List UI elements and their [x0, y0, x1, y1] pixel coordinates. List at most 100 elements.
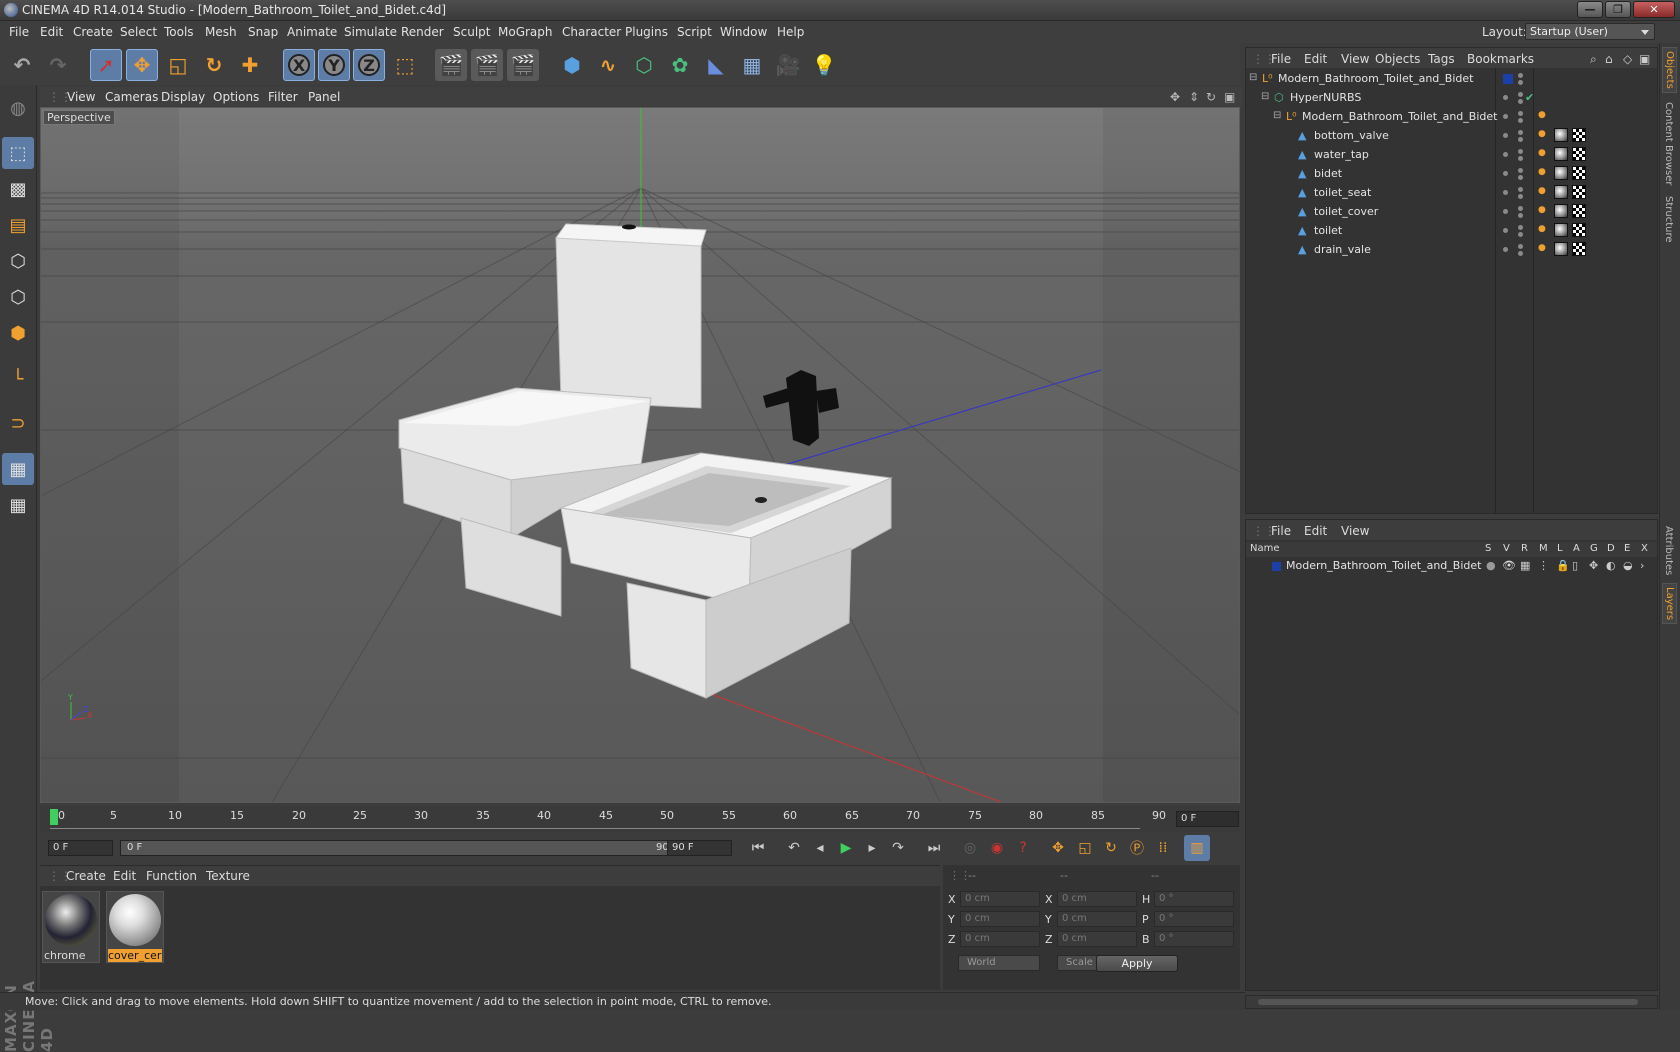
editor-visibility-dot[interactable] — [1518, 92, 1523, 97]
new-view-icon[interactable]: ◇ — [1623, 52, 1632, 66]
search-icon[interactable]: ⌕ — [1590, 52, 1597, 67]
layer-dot[interactable] — [1503, 133, 1508, 138]
render-visibility-dot[interactable] — [1518, 175, 1523, 180]
rotate-tool-icon[interactable]: ↻ — [198, 49, 230, 81]
redo-icon[interactable]: ↷ — [42, 49, 74, 81]
menu-character[interactable]: Character — [562, 25, 621, 39]
go-to-end-icon[interactable]: ⏭ — [921, 835, 947, 861]
scale-tool-icon[interactable]: ◱ — [162, 49, 194, 81]
object-row[interactable]: ▲ toilet_seat ● — [1246, 183, 1657, 203]
make-editable-icon[interactable]: ◍ — [2, 92, 34, 124]
range-slider[interactable]: 0 F 90 F — [120, 840, 700, 856]
key-scale-icon[interactable]: ◱ — [1072, 835, 1098, 861]
undo-icon[interactable]: ↶ — [6, 49, 38, 81]
locked-toggle-icon[interactable]: 🔒 — [1556, 559, 1570, 572]
editor-visibility-dot[interactable] — [1518, 149, 1523, 154]
record-keys-icon[interactable]: ◎ — [957, 835, 983, 861]
minimize-button[interactable]: — — [1577, 1, 1603, 18]
menu-plugins[interactable]: Plugins — [625, 25, 668, 39]
tab-objects[interactable]: Objects — [1662, 47, 1677, 93]
menu-render[interactable]: Render — [401, 25, 444, 39]
phong-tag-icon[interactable]: ● — [1538, 224, 1550, 236]
timeline-window-icon[interactable]: ▥ — [1184, 835, 1210, 861]
ceramic-material-tag-icon[interactable] — [1554, 204, 1568, 218]
uvw-tag-icon[interactable] — [1572, 223, 1586, 237]
render-settings-icon[interactable]: 🎬 — [507, 49, 539, 81]
hypernurbs-icon[interactable]: ⬡ — [628, 49, 660, 81]
previous-frame-icon[interactable]: ◂ — [807, 835, 833, 861]
layer-horizontal-scrollbar[interactable] — [1245, 995, 1658, 1009]
layer-tag-icon[interactable]: ● — [1538, 110, 1550, 122]
expressions-toggle-icon[interactable]: ◒ — [1623, 559, 1633, 572]
apply-button[interactable]: Apply — [1096, 955, 1178, 972]
object-row[interactable]: ⊟ L⁰ Modern_Bathroom_Toilet_and_Bidet ● — [1246, 107, 1657, 127]
next-key-icon[interactable]: ↷ — [885, 835, 911, 861]
material-menu-function[interactable]: Function — [146, 869, 197, 883]
tab-content-browser[interactable]: Content Browser — [1662, 99, 1675, 188]
render-visibility-dot[interactable] — [1518, 194, 1523, 199]
render-visibility-dot[interactable] — [1518, 251, 1523, 256]
render-view-icon[interactable]: 🎬 — [435, 49, 467, 81]
menu-edit[interactable]: Edit — [40, 25, 63, 39]
uvw-tag-icon[interactable] — [1572, 242, 1586, 256]
texture-mode-icon[interactable]: ▩ — [2, 173, 34, 205]
layer-color-swatch[interactable] — [1503, 74, 1513, 84]
editor-visibility-dot[interactable] — [1518, 111, 1523, 116]
previous-key-icon[interactable]: ↶ — [781, 835, 807, 861]
editor-visibility-dot[interactable] — [1518, 244, 1523, 249]
viewport-menu-cameras[interactable]: Cameras — [105, 90, 158, 104]
phong-tag-icon[interactable]: ● — [1538, 186, 1550, 198]
layer-dot[interactable] — [1503, 95, 1508, 100]
timeline-ruler[interactable]: 0 5 10 15 20 25 30 35 40 45 50 55 60 65 … — [40, 806, 1240, 832]
rotation-h-field[interactable]: 0 ° — [1154, 891, 1234, 907]
material-menu-create[interactable]: Create — [66, 869, 106, 883]
uvw-tag-icon[interactable] — [1572, 185, 1586, 199]
object-row[interactable]: ⊟ L⁰ Modern_Bathroom_Toilet_and_Bidet — [1246, 69, 1657, 89]
live-selection-icon[interactable]: ➚ — [90, 49, 122, 81]
close-button[interactable]: ✕ — [1633, 1, 1675, 18]
layer-dot[interactable] — [1503, 171, 1508, 176]
cube-primitive-icon[interactable]: ⬢ — [556, 49, 588, 81]
z-axis-lock-button[interactable]: Z — [353, 49, 385, 81]
material-swatch-chrome[interactable]: chrome — [42, 891, 100, 963]
chrome-material-tag-icon[interactable] — [1554, 147, 1568, 161]
viewport-menu-panel[interactable]: Panel — [308, 90, 340, 104]
material-menu-texture[interactable]: Texture — [206, 869, 250, 883]
position-y-field[interactable]: 0 cm — [960, 911, 1040, 927]
chrome-material-tag-icon[interactable] — [1554, 128, 1568, 142]
render-visibility-dot[interactable] — [1518, 99, 1523, 104]
tab-layers[interactable]: Layers — [1662, 583, 1677, 625]
tab-attributes[interactable]: Attributes — [1662, 523, 1675, 578]
deformer-icon[interactable]: ◣ — [700, 49, 732, 81]
viewport-menu-options[interactable]: Options — [213, 90, 259, 104]
viewport-menu-view[interactable]: View — [67, 90, 95, 104]
light-icon[interactable]: 💡 — [808, 49, 840, 81]
collapse-icon[interactable]: ⊟ — [1249, 72, 1261, 84]
viewport-perspective[interactable]: Y X Z Perspective — [40, 107, 1240, 803]
render-visibility-dot[interactable] — [1518, 232, 1523, 237]
layer-dot[interactable] — [1503, 190, 1508, 195]
deformers-toggle-icon[interactable]: ◐ — [1606, 559, 1616, 572]
collapse-icon[interactable]: ⊟ — [1273, 110, 1285, 122]
recent-tool-icon[interactable]: ✚ — [234, 49, 266, 81]
phong-tag-icon[interactable]: ● — [1538, 243, 1550, 255]
autokey-icon[interactable]: ◉ — [984, 835, 1010, 861]
coordinate-system-icon[interactable]: ⬚ — [389, 49, 421, 81]
layer-color-swatch[interactable] — [1272, 562, 1281, 571]
current-frame-field[interactable]: 0 F — [1176, 811, 1239, 827]
camera-icon[interactable]: 🎥 — [772, 49, 804, 81]
key-pla-icon[interactable]: ⁞⁞ — [1150, 835, 1176, 861]
render-visibility-dot[interactable] — [1518, 137, 1523, 142]
render-visibility-dot[interactable] — [1518, 118, 1523, 123]
key-position-icon[interactable]: ✥ — [1045, 835, 1071, 861]
generators-toggle-icon[interactable]: ✥ — [1589, 559, 1598, 572]
x-axis-lock-button[interactable]: X — [283, 49, 315, 81]
render-visibility-dot[interactable] — [1518, 156, 1523, 161]
menu-script[interactable]: Script — [677, 25, 712, 39]
menu-help[interactable]: Help — [777, 25, 804, 39]
key-rotation-icon[interactable]: ↻ — [1098, 835, 1124, 861]
layer-row[interactable]: Modern_Bathroom_Toilet_and_Bidet ● 👁 ▦ ⋮… — [1246, 558, 1657, 575]
edges-mode-icon[interactable]: ⬡ — [2, 281, 34, 313]
object-menu-tags[interactable]: Tags — [1428, 52, 1455, 66]
object-row[interactable]: ▲ water_tap ● — [1246, 145, 1657, 165]
